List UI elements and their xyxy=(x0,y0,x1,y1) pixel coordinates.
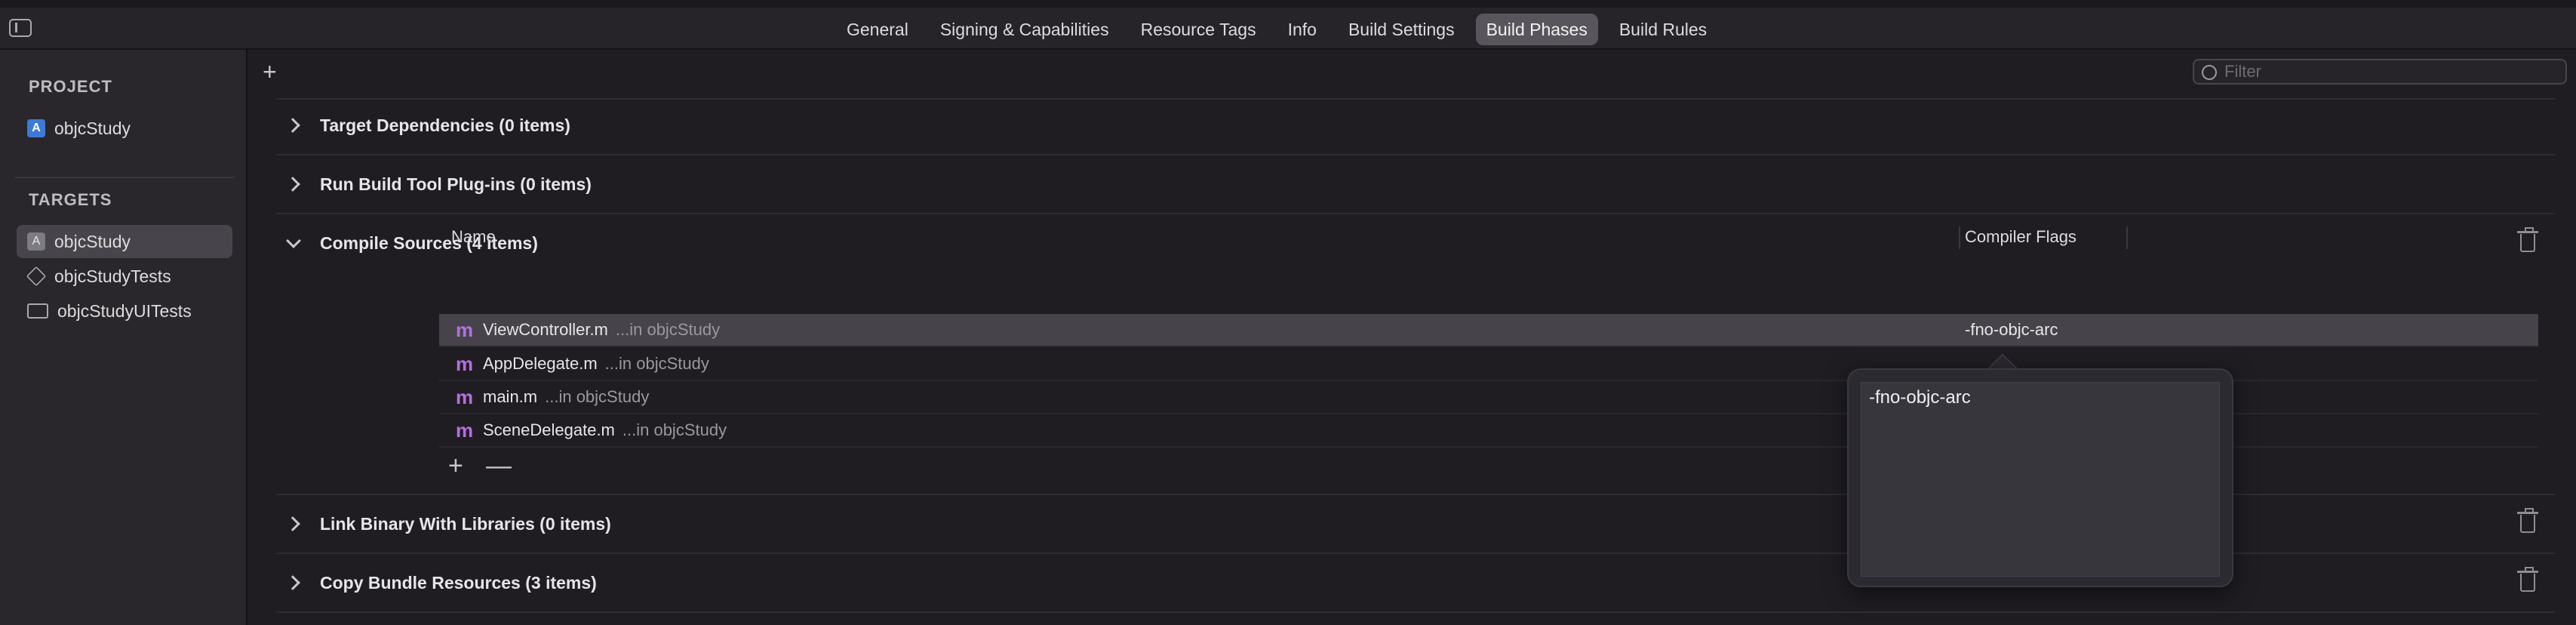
project-navigator-sidebar: PROJECT objcStudy TARGETS objcStudy objc… xyxy=(0,50,247,625)
tab-signing-capabilities[interactable]: Signing & Capabilities xyxy=(930,14,1120,45)
chevron-right-icon[interactable] xyxy=(282,513,305,535)
sidebar-item-label: objcStudyUITests xyxy=(57,300,192,321)
divider xyxy=(276,213,2555,214)
objc-file-icon: m xyxy=(456,318,474,341)
chevron-right-icon[interactable] xyxy=(282,173,305,196)
add-file-button[interactable]: + xyxy=(448,453,463,479)
objc-file-icon: m xyxy=(456,385,474,408)
chevron-right-icon[interactable] xyxy=(282,571,305,594)
sidebar-item-target-tests[interactable]: objcStudyTests xyxy=(17,260,232,293)
tab-resource-tags[interactable]: Resource Tags xyxy=(1130,14,1267,45)
project-heading: PROJECT xyxy=(29,77,112,96)
compile-sources-table-header: Name Compiler Flags xyxy=(439,222,2538,252)
file-name: ViewController.m xyxy=(483,320,608,339)
add-build-phase-button[interactable]: + xyxy=(263,60,277,84)
filter-field[interactable] xyxy=(2193,59,2567,85)
divider xyxy=(276,611,2555,613)
phase-title: Run Build Tool Plug-ins (0 items) xyxy=(320,174,592,194)
chevron-down-icon[interactable] xyxy=(282,232,305,254)
trash-icon[interactable] xyxy=(2517,567,2538,592)
title-strip xyxy=(0,0,2576,8)
column-separator xyxy=(1959,226,1960,249)
file-name: main.m xyxy=(483,387,538,406)
compiler-flags-editor[interactable]: -fno-objc-arc xyxy=(1861,382,2220,577)
trash-icon[interactable] xyxy=(2517,508,2538,533)
editor-tabs: General Signing & Capabilities Resource … xyxy=(836,14,1717,45)
sidebar-item-label: objcStudy xyxy=(54,231,131,251)
tab-general[interactable]: General xyxy=(836,14,919,45)
project-icon xyxy=(27,119,45,137)
file-name: SceneDelegate.m xyxy=(483,420,615,439)
unit-test-target-icon xyxy=(26,266,47,287)
tab-info[interactable]: Info xyxy=(1277,14,1327,45)
sidebar-divider xyxy=(15,177,234,178)
phase-run-build-tool-plugins[interactable]: Run Build Tool Plug-ins (0 items) xyxy=(276,162,2555,207)
file-name: AppDelegate.m xyxy=(483,354,598,373)
phase-title: Copy Bundle Resources (3 items) xyxy=(320,572,597,593)
editor-tab-bar: General Signing & Capabilities Resource … xyxy=(0,0,2576,50)
filter-input[interactable] xyxy=(2223,60,2555,83)
sidebar-item-label: objcStudy xyxy=(54,118,131,138)
sidebar-item-target-objcstudy[interactable]: objcStudy xyxy=(17,225,232,258)
phase-target-dependencies[interactable]: Target Dependencies (0 items) xyxy=(276,103,2555,148)
column-separator xyxy=(2126,226,2128,249)
chevron-right-icon[interactable] xyxy=(282,114,305,137)
tab-build-rules[interactable]: Build Rules xyxy=(1609,14,1717,45)
sidebar-item-project[interactable]: objcStudy xyxy=(17,112,232,145)
app-target-icon xyxy=(27,232,45,251)
file-location: ...in objcStudy xyxy=(622,420,727,439)
tab-build-phases[interactable]: Build Phases xyxy=(1475,14,1598,45)
remove-file-button[interactable]: — xyxy=(486,453,512,479)
sidebar-toggle-icon[interactable] xyxy=(9,19,32,37)
file-location: ...in objcStudy xyxy=(545,387,650,406)
phase-title: Target Dependencies (0 items) xyxy=(320,115,570,135)
compiler-flags-popover: -fno-objc-arc xyxy=(1847,368,2233,587)
sidebar-item-target-uitests[interactable]: objcStudyUITests xyxy=(17,294,232,328)
column-header-name[interactable]: Name xyxy=(451,222,496,252)
tab-build-settings[interactable]: Build Settings xyxy=(1338,14,1465,45)
targets-heading: TARGETS xyxy=(29,190,112,209)
objc-file-icon: m xyxy=(456,418,474,442)
objc-file-icon: m xyxy=(456,352,474,375)
file-location: ...in objcStudy xyxy=(604,354,709,373)
filter-icon xyxy=(2202,65,2217,80)
column-header-compiler-flags[interactable]: Compiler Flags xyxy=(1965,222,2076,252)
file-location: ...in objcStudy xyxy=(615,320,721,339)
table-row[interactable]: m ViewController.m ...in objcStudy -fno-… xyxy=(439,314,2538,347)
compiler-flags-value[interactable]: -fno-objc-arc xyxy=(1965,320,2058,340)
divider xyxy=(276,98,2555,100)
sidebar-item-label: objcStudyTests xyxy=(54,266,171,286)
phase-title: Link Binary With Libraries (0 items) xyxy=(320,513,611,534)
divider xyxy=(276,154,2555,155)
ui-test-target-icon xyxy=(27,303,48,319)
